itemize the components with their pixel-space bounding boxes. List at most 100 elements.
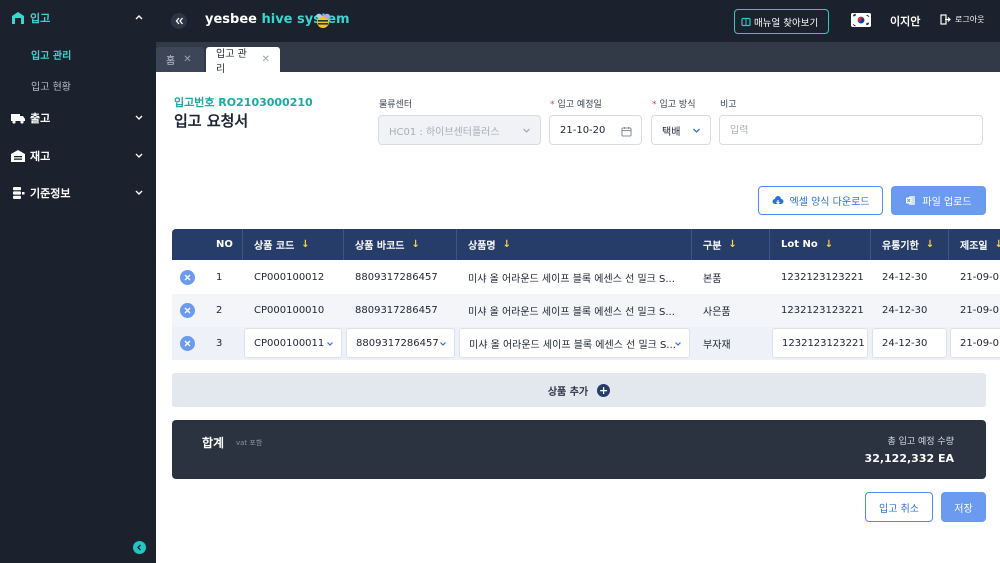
page-title: 입고 요청서	[174, 112, 249, 130]
nav-group-label: 입고	[30, 12, 51, 25]
chevron-down-icon	[135, 115, 143, 120]
delete-row-button[interactable]	[180, 303, 195, 318]
tab-label: 입고 관리	[216, 48, 247, 75]
nav-group-inbound[interactable]: 입고	[0, 3, 156, 33]
sidebar-item-inbound-management[interactable]: 입고 관리	[31, 47, 71, 62]
barcode-select[interactable]: 8809317286457	[346, 328, 455, 358]
logout-button[interactable]: 로그아웃	[940, 14, 984, 25]
calendar-icon[interactable]	[621, 126, 632, 137]
double-chevron-left-icon	[175, 17, 183, 25]
method-label-text: 입고 방식	[659, 100, 696, 110]
korea-flag-icon[interactable]	[851, 13, 871, 27]
expiry-input[interactable]: 24-12-30	[872, 328, 947, 358]
delete-row-button[interactable]	[180, 270, 195, 285]
tab-bar: 홈 ✕ 입고 관리 ✕	[156, 42, 1000, 75]
file-upload-button[interactable]: 파일 업로드	[891, 186, 986, 215]
product-code-select[interactable]: CP000100011	[244, 328, 342, 358]
sort-arrow-icon[interactable]: ↓	[503, 239, 511, 250]
required-mark: *	[652, 100, 657, 110]
inbound-method-select[interactable]: 택배	[651, 115, 711, 145]
product-code-value: CP000100011	[254, 337, 325, 349]
cell-product-code: CP000100012	[254, 272, 325, 283]
column-header-product-code[interactable]: 상품 코드 ↓	[254, 229, 310, 260]
cell-mfg-date: 21-09-0	[960, 305, 1000, 316]
lot-no-input[interactable]: 1232123123221	[772, 328, 868, 358]
table-header: NO 상품 코드 ↓ 상품 바코드 ↓ 상품명 ↓ 구분 ↓ Lot No ↓ 유통기한 ↓…	[172, 229, 1000, 260]
table-row: 2 CP000100010 8809317286457 미샤 올 어라운드 세이…	[172, 294, 1000, 327]
logo-main-text: yesbee	[205, 12, 257, 27]
user-name[interactable]: 이지안	[890, 13, 920, 29]
method-label: * 입고 방식	[652, 97, 695, 110]
sidebar-collapse-button[interactable]	[133, 541, 146, 554]
save-button[interactable]: 저장	[941, 492, 986, 522]
add-product-button[interactable]: 상품 추가 +	[172, 373, 986, 407]
chevron-left-icon	[137, 544, 141, 551]
nav-group-label: 출고	[30, 112, 51, 125]
note-field[interactable]	[719, 115, 983, 145]
manual-button[interactable]: 매뉴얼 찾아보기	[734, 9, 829, 34]
cell-no: 1	[216, 272, 223, 283]
close-icon[interactable]: ✕	[183, 54, 191, 65]
column-header-expiry[interactable]: 유통기한 ↓	[882, 229, 934, 260]
sort-arrow-icon[interactable]: ↓	[995, 239, 1000, 250]
cell-type: 부자재	[703, 340, 731, 351]
cell-product-code: CP000100010	[254, 305, 325, 316]
menu-collapse-button[interactable]	[171, 13, 187, 29]
column-label: 제조일	[960, 241, 988, 252]
inbound-number: 입고번호 RO2103000210	[174, 96, 313, 109]
column-divider	[456, 229, 457, 260]
mfg-date-input[interactable]: 21-09-0	[950, 328, 1000, 358]
column-label: 유통기한	[882, 241, 919, 252]
tab-inbound-management[interactable]: 입고 관리 ✕	[206, 47, 280, 75]
column-label: 상품 바코드	[355, 241, 405, 252]
sort-arrow-icon[interactable]: ↓	[728, 239, 736, 250]
column-header-type[interactable]: 구분 ↓	[703, 229, 737, 260]
plus-icon: +	[597, 383, 611, 397]
sort-arrow-icon[interactable]: ↓	[926, 239, 934, 250]
sort-arrow-icon[interactable]: ↓	[825, 239, 833, 250]
chevron-down-icon	[135, 153, 143, 158]
nav-group-master-data[interactable]: 기준정보	[0, 178, 156, 208]
delete-row-button[interactable]	[180, 336, 195, 351]
upload-button-label: 파일 업로드	[922, 197, 972, 208]
column-header-product-name[interactable]: 상품명 ↓	[468, 229, 511, 260]
cell-no: 2	[216, 305, 223, 316]
column-divider	[242, 229, 243, 260]
column-header-mfg-date[interactable]: 제조일 ↓	[960, 229, 1000, 260]
column-divider	[691, 229, 692, 260]
column-header-no: NO	[216, 239, 233, 250]
chevron-down-icon	[327, 342, 333, 346]
cell-lot-no: 1232123123221	[781, 305, 864, 316]
sort-arrow-icon[interactable]: ↓	[301, 239, 309, 250]
nav-group-outbound[interactable]: 출고	[0, 103, 156, 133]
cancel-inbound-button[interactable]: 입고 취소	[865, 492, 933, 522]
column-label: 구분	[703, 241, 722, 252]
cell-expiry: 24-12-30	[882, 272, 928, 283]
chevron-up-icon	[135, 15, 143, 20]
tab-home[interactable]: 홈 ✕	[156, 47, 204, 72]
logistics-center-select: HC01 : 하이브센터플러스	[378, 115, 541, 145]
summary-panel: 합계 vat 포함 총 입고 예정 수량 32,122,332 EA	[172, 420, 986, 479]
cell-type: 사은품	[703, 307, 731, 318]
bee-mascot-icon	[316, 13, 330, 28]
excel-template-download-button[interactable]: 엑셀 양식 다운로드	[758, 186, 883, 215]
add-product-label: 상품 추가	[547, 386, 589, 398]
column-header-barcode[interactable]: 상품 바코드 ↓	[355, 229, 420, 260]
nav-group-inventory[interactable]: 재고	[0, 141, 156, 171]
cell-lot-no: 1232123123221	[781, 272, 864, 283]
close-icon[interactable]: ✕	[262, 54, 270, 65]
chevron-down-icon	[523, 128, 530, 133]
barcode-value: 8809317286457	[356, 337, 439, 349]
table-row-editing: 3 CP000100011 8809317286457 미샤 올 어라운드 세이…	[172, 327, 1000, 360]
logout-icon	[940, 14, 951, 25]
center-label: 물류센터	[379, 100, 413, 110]
product-name-select[interactable]: 미샤 올 어라운드 세이프 블록 에센스 선 밀크 S...	[459, 328, 690, 358]
cell-product-name: 미샤 올 어라운드 세이프 블록 에센스 선 밀크 S...	[468, 274, 675, 285]
note-input[interactable]	[730, 124, 982, 136]
table-row: 1 CP000100012 8809317286457 미샤 올 어라운드 세이…	[172, 261, 1000, 294]
inbound-date-field[interactable]: 21-10-20	[549, 115, 642, 145]
warehouse-icon	[12, 12, 24, 24]
column-header-lot-no[interactable]: Lot No ↓	[781, 229, 833, 260]
sidebar-item-inbound-status[interactable]: 입고 현황	[31, 78, 71, 93]
sort-arrow-icon[interactable]: ↓	[411, 239, 419, 250]
